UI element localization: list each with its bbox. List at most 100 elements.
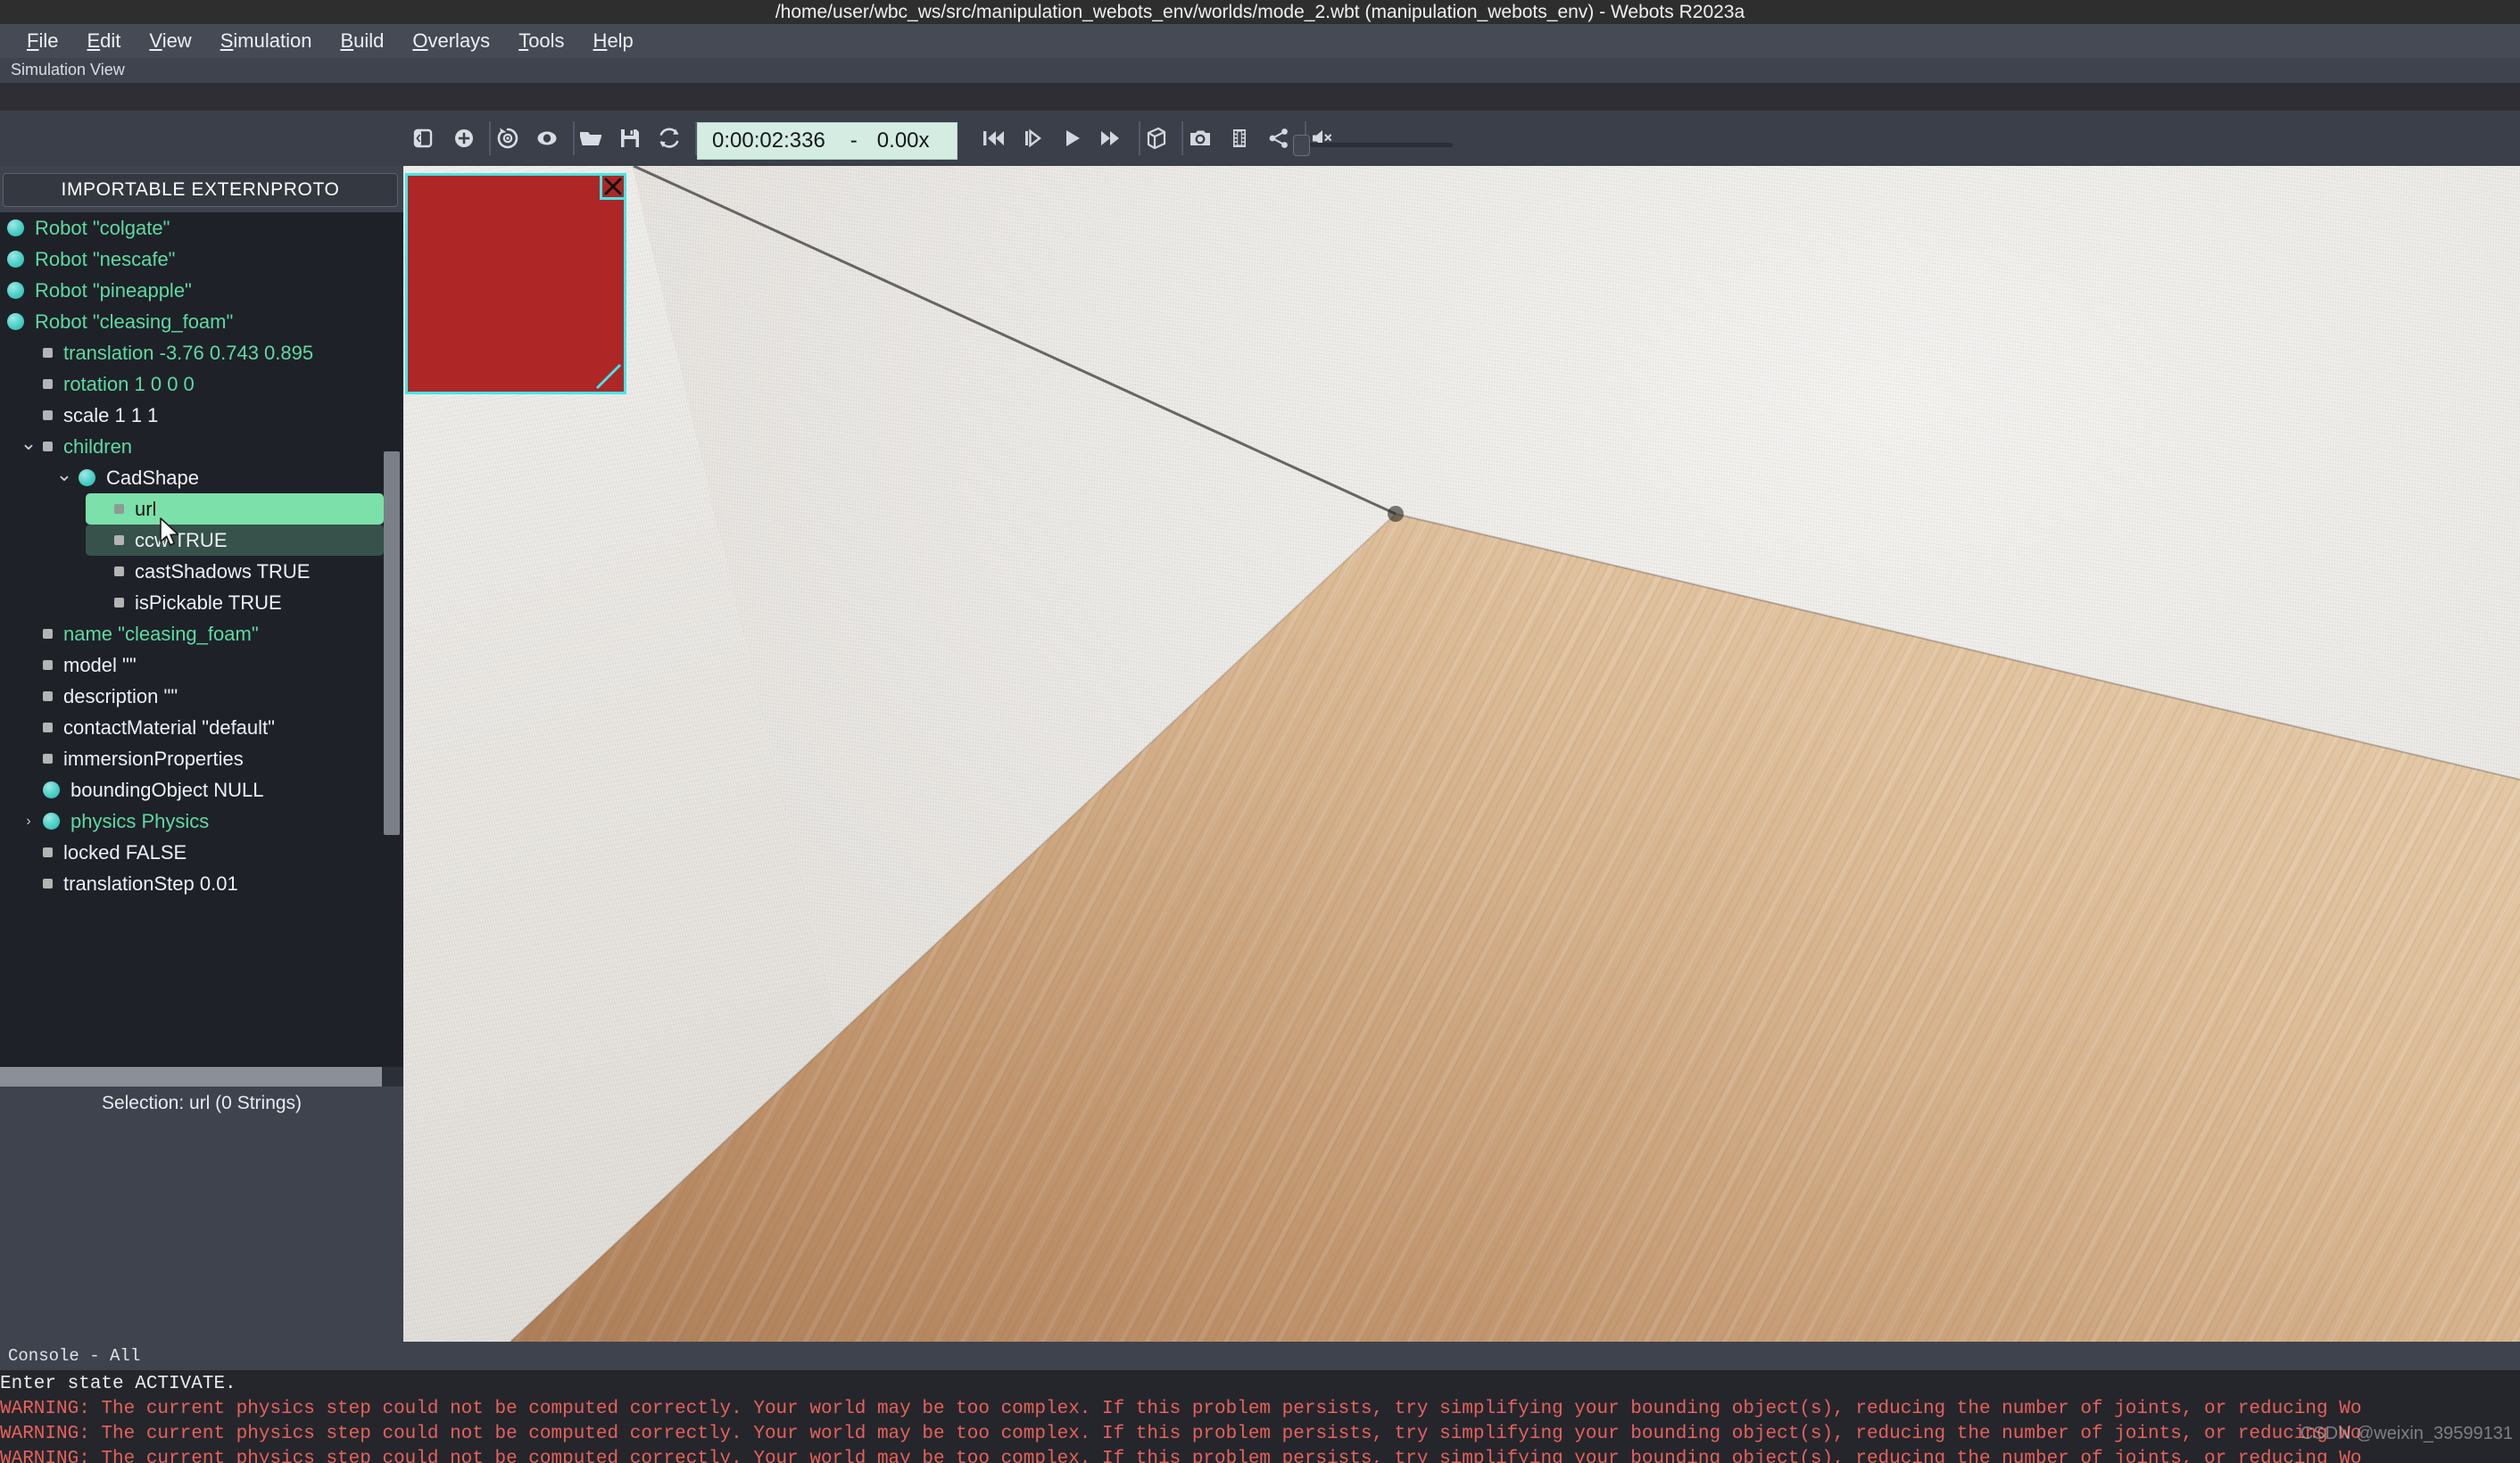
chevron-down-icon[interactable]: ⌄ — [20, 432, 37, 454]
tree-row[interactable]: immersionProperties — [0, 743, 403, 774]
rewind-to-start-icon[interactable] — [974, 119, 1013, 158]
scene-tree-panel: IMPORTABLE EXTERNPROTO ›Robot "colgate"›… — [0, 166, 403, 1342]
window-title: /home/user/wbc_ws/src/manipulation_webot… — [775, 1, 1745, 22]
tree-row[interactable]: translationStep 0.01 — [0, 868, 403, 899]
tree-row[interactable]: contactMaterial "default" — [0, 712, 403, 743]
menu-item-overlays[interactable]: Overlays — [398, 28, 504, 54]
field-bullet-icon — [43, 879, 53, 889]
tree-row[interactable]: ⌄ Robot "cleasing_foam" — [0, 306, 403, 337]
simulation-time-display[interactable]: 0:00:02:336 - 0.00x — [697, 122, 957, 160]
tree-row-label: physics Physics — [70, 809, 210, 832]
fast-forward-icon[interactable] — [1091, 119, 1131, 158]
tree-row[interactable]: scale 1 1 1 — [0, 400, 403, 431]
tree-row[interactable]: ⌄ children — [0, 431, 403, 462]
play-icon[interactable] — [1052, 119, 1091, 158]
field-bullet-icon — [43, 629, 53, 639]
importable-externproto-button[interactable]: IMPORTABLE EXTERNPROTO — [3, 173, 398, 207]
chevron-right-icon[interactable]: › — [20, 813, 37, 831]
tree-row[interactable]: castShadows TRUE — [0, 556, 403, 587]
tree-row[interactable]: › Robot "colgate" — [0, 212, 403, 244]
add-node-icon[interactable] — [444, 119, 484, 158]
console-header: Console - All — [0, 1342, 2520, 1370]
field-bullet-icon — [43, 379, 53, 389]
tree-row-label: scale 1 1 1 — [63, 403, 159, 426]
reload-world-icon[interactable] — [650, 119, 689, 158]
tree-row[interactable]: › physics Physics — [0, 806, 403, 837]
tree-row[interactable]: › Robot "nescafe" — [0, 244, 403, 275]
tree-row-label: translation -3.76 0.743 0.895 — [63, 341, 314, 364]
menu-item-build[interactable]: Build — [326, 28, 398, 54]
screenshot-camera-icon[interactable] — [1181, 119, 1220, 158]
simulation-3d-viewport[interactable] — [403, 166, 2520, 1342]
tree-row-label: castShadows TRUE — [135, 559, 311, 583]
close-icon[interactable] — [600, 173, 626, 200]
scene-tree-vertical-scroll-thumb[interactable] — [384, 451, 400, 835]
tree-row[interactable]: ccw TRUE — [86, 525, 384, 556]
menu-bar: File Edit View Simulation Build Overlays Tools… — [0, 24, 2520, 58]
node-bullet-icon — [43, 781, 60, 798]
movie-film-icon[interactable] — [1220, 119, 1259, 158]
menu-item-view[interactable]: View — [135, 28, 205, 54]
importable-externproto-label: IMPORTABLE EXTERNPROTO — [61, 179, 340, 200]
field-bullet-icon — [43, 723, 53, 732]
tab-simulation-view[interactable]: Simulation View — [11, 61, 125, 79]
view-eye-icon[interactable] — [527, 119, 567, 158]
step-forward-icon[interactable] — [1013, 119, 1052, 158]
scene-tree[interactable]: › Robot "colgate" › Robot "nescafe" › Robot "… — [0, 212, 403, 1067]
selection-status-label: Selection: url (0 Strings) — [101, 1093, 303, 1113]
restore-viewpoint-icon[interactable] — [488, 119, 527, 158]
console-line: Enter state ACTIVATE. — [0, 1374, 236, 1394]
camera-overlay-window[interactable] — [405, 173, 626, 394]
chevron-right-icon[interactable]: › — [0, 282, 2, 300]
menu-item-simulation[interactable]: Simulation — [206, 28, 327, 54]
toolbar-left-filler — [0, 111, 403, 166]
resize-handle-icon[interactable] — [593, 361, 624, 392]
menu-item-help[interactable]: Help — [579, 28, 648, 54]
tree-row[interactable]: locked FALSE — [0, 837, 403, 868]
tree-row-label: boundingObject NULL — [70, 778, 264, 801]
menu-item-file[interactable]: File — [12, 28, 72, 54]
field-bullet-icon — [43, 348, 53, 358]
tree-row[interactable]: ⌄ CadShape — [0, 462, 403, 493]
tree-row-label: children — [63, 434, 133, 458]
node-bullet-icon — [79, 469, 95, 486]
view-tab-bar: Simulation View — [0, 58, 2520, 83]
chevron-down-icon[interactable]: ⌄ — [0, 307, 2, 329]
console-line: WARNING: The current physics step could … — [0, 1399, 2362, 1419]
console-output[interactable]: Enter state ACTIVATE. WARNING: The curren… — [0, 1370, 2520, 1463]
console-line: WARNING: The current physics step could … — [0, 1449, 2362, 1463]
tree-row[interactable]: description "" — [0, 681, 403, 712]
chevron-right-icon[interactable]: › — [0, 251, 2, 269]
tree-row-label: Robot "pineapple" — [35, 278, 192, 302]
tree-row[interactable]: rotation 1 0 0 0 — [0, 368, 403, 400]
field-bullet-icon — [114, 504, 124, 514]
scene-tree-vertical-scrollbar[interactable] — [384, 212, 400, 1067]
tree-row[interactable]: boundingObject NULL — [0, 774, 403, 806]
volume-slider-handle[interactable] — [1293, 135, 1310, 156]
menu-item-edit[interactable]: Edit — [72, 28, 135, 54]
tree-row[interactable]: isPickable TRUE — [0, 587, 403, 618]
volume-slider-track[interactable] — [1296, 143, 1453, 147]
field-bullet-icon — [43, 410, 53, 420]
tree-row[interactable]: url — [86, 493, 384, 525]
tree-row-label: translationStep 0.01 — [63, 872, 238, 895]
open-world-icon[interactable] — [571, 119, 610, 158]
tree-row[interactable]: translation -3.76 0.743 0.895 — [0, 337, 403, 368]
tree-row-label: isPickable TRUE — [135, 591, 282, 614]
scene-tree-horizontal-scrollbar[interactable] — [0, 1067, 403, 1087]
simulation-time-value: 0:00:02:336 — [712, 128, 825, 153]
3d-box-icon[interactable] — [1137, 119, 1176, 158]
console-line: WARNING: The current physics step could … — [0, 1424, 2362, 1444]
chevron-right-icon[interactable]: › — [0, 219, 2, 237]
chevron-down-icon[interactable]: ⌄ — [55, 463, 73, 485]
tree-row-label: description "" — [63, 684, 178, 707]
field-bullet-icon — [43, 754, 53, 764]
save-world-icon[interactable] — [610, 119, 650, 158]
scene-tree-horizontal-scroll-thumb[interactable] — [0, 1067, 382, 1087]
tree-row-label: locked FALSE — [63, 840, 187, 864]
tree-row[interactable]: name "cleasing_foam" — [0, 618, 403, 649]
tree-row[interactable]: model "" — [0, 649, 403, 681]
tree-row[interactable]: › Robot "pineapple" — [0, 275, 403, 306]
toggle-sidebar-icon[interactable] — [403, 119, 443, 158]
menu-item-tools[interactable]: Tools — [504, 28, 578, 54]
